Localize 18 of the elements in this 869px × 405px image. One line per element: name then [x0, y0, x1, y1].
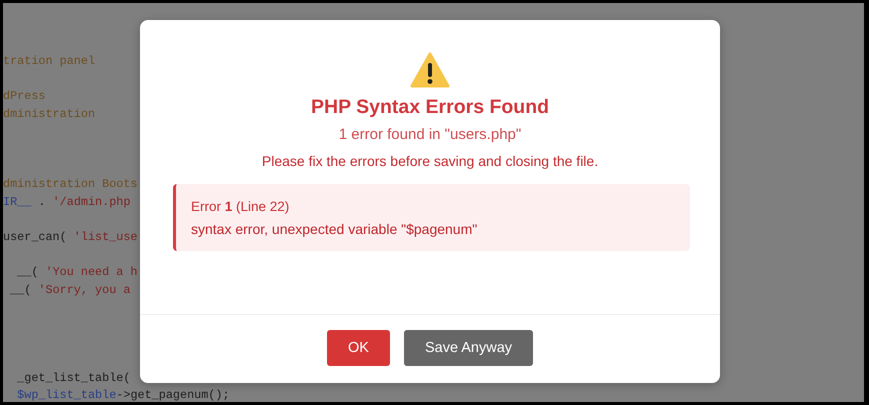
dialog-title: PHP Syntax Errors Found — [310, 96, 550, 119]
warning-icon — [410, 52, 450, 88]
error-heading: Error 1 (Line 22) — [191, 199, 290, 214]
code-line: tration panel — [3, 54, 96, 68]
code-line: dministration Boots — [3, 177, 138, 192]
code-line: $wp_list_table->get_pagenum(); — [16, 388, 230, 402]
code-line: __( 'Sorry, you a — [9, 282, 130, 297]
code-line: dministration — [3, 106, 96, 121]
error-text: syntax error, unexpected variable "$pagenum" — [191, 221, 478, 237]
code-line: user_can( 'list_use — [3, 230, 138, 244]
code-line: IR__ . '/admin.php — [3, 194, 130, 209]
code-line: _get_list_table( — [16, 370, 130, 385]
error-count: 1 error found in "users.php" — [338, 126, 522, 143]
save-anyway-button[interactable]: Save Anyway — [404, 330, 533, 366]
code-line: dPress — [3, 89, 46, 104]
code-line: __( 'You need a h — [16, 265, 138, 280]
dialog-message: Please fix the errors before saving and closing the file. — [262, 153, 598, 169]
ok-button[interactable]: OK — [327, 330, 390, 366]
